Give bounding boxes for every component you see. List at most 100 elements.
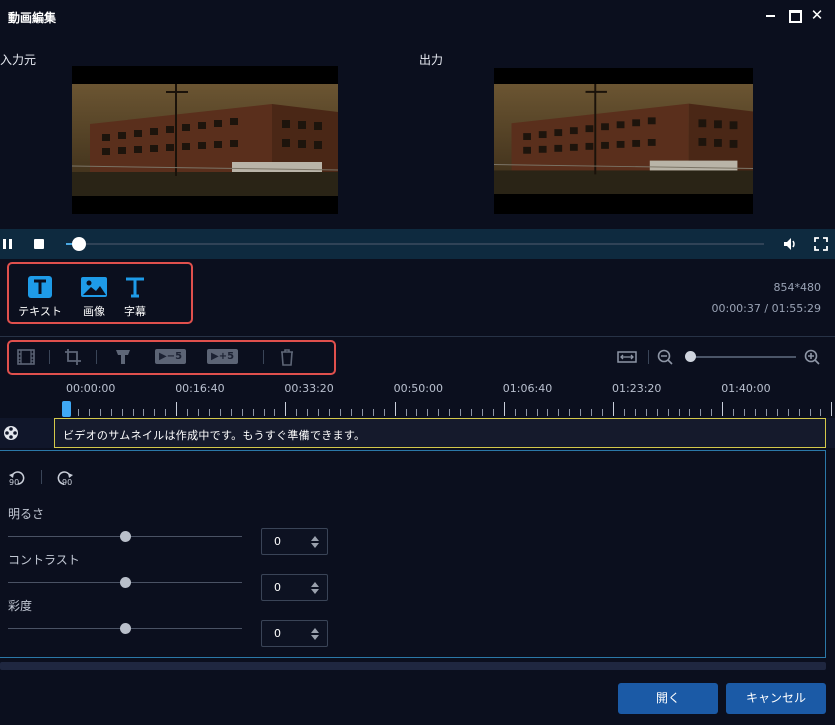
timeline-tick — [820, 409, 822, 416]
timeline-tick — [230, 409, 232, 416]
timeline-tick — [154, 409, 156, 416]
rotate-left-value: 90 — [9, 478, 19, 486]
timeline-tick — [700, 409, 702, 416]
image-icon — [81, 277, 107, 297]
zoom-out-icon[interactable] — [656, 348, 676, 366]
timeline-tick — [296, 409, 298, 416]
volume-icon[interactable] — [782, 236, 798, 252]
maximize-icon[interactable] — [785, 6, 803, 24]
text-icon — [28, 276, 52, 298]
close-icon[interactable]: ✕ — [808, 6, 826, 24]
pause-icon[interactable] — [0, 236, 16, 252]
timeline-tick — [307, 409, 309, 416]
timeline-tick — [831, 402, 833, 416]
brightness-slider-thumb[interactable] — [120, 531, 131, 542]
contrast-input[interactable] — [262, 575, 308, 600]
effects-icon[interactable] — [113, 348, 133, 366]
saturation-label: 彩度 — [8, 599, 33, 613]
seek-thumb[interactable] — [72, 237, 86, 251]
timeline-tick — [678, 409, 680, 416]
contrast-label: コントラスト — [8, 553, 80, 567]
player-bar — [0, 229, 835, 259]
subtitle-tool-button[interactable]: 字幕 — [107, 275, 163, 319]
brightness-input[interactable] — [262, 529, 308, 554]
zoom-in-icon[interactable] — [803, 348, 823, 366]
video-track: ビデオのサムネイルは作成中です。もうすぐ準備できます。 — [0, 418, 835, 448]
video-clip[interactable]: ビデオのサムネイルは作成中です。もうすぐ準備できます。 — [54, 418, 826, 448]
saturation-up-icon[interactable] — [311, 628, 319, 633]
brightness-stepper[interactable] — [261, 528, 328, 555]
timeline-tick — [623, 409, 625, 416]
timeline-time-label: 00:33:20 — [284, 382, 334, 395]
timeline-tick — [656, 409, 658, 416]
stop-icon[interactable] — [31, 236, 47, 252]
cancel-button[interactable]: キャンセル — [726, 683, 826, 714]
panel-scrollbar[interactable] — [0, 662, 826, 670]
fullscreen-icon[interactable] — [813, 236, 829, 252]
plus-5-seconds-button[interactable]: ▶+5 — [207, 349, 239, 364]
timeline-ruler[interactable]: 00:00:00 00:16:40 00:33:20 00:50:00 01:06:40… — [0, 378, 835, 418]
timeline-tick — [602, 409, 604, 416]
timeline-tick — [208, 409, 210, 416]
timeline-tick — [405, 409, 407, 416]
film-icon[interactable] — [16, 348, 36, 366]
brightness-up-icon[interactable] — [311, 536, 319, 541]
crop-icon[interactable] — [63, 348, 83, 366]
input-preview — [72, 66, 338, 214]
timeline-tick — [547, 409, 549, 416]
timeline-tick — [176, 402, 178, 416]
saturation-input[interactable] — [262, 621, 308, 646]
title-bar: 動画編集 ✕ — [0, 0, 835, 32]
timeline-tick — [481, 409, 483, 416]
timeline-tick — [460, 409, 462, 416]
timeline-time-label: 00:16:40 — [175, 382, 225, 395]
timeline-tick — [88, 409, 90, 416]
timeline-time-label: 01:40:00 — [721, 382, 771, 395]
brightness-down-icon[interactable] — [311, 543, 319, 548]
contrast-slider-thumb[interactable] — [120, 577, 131, 588]
contrast-down-icon[interactable] — [311, 589, 319, 594]
minus-5-seconds-button[interactable]: ▶−5 — [155, 349, 187, 364]
timeline-tick — [438, 409, 440, 416]
timeline-playhead[interactable] — [62, 401, 71, 417]
zoom-slider-track[interactable] — [690, 356, 796, 358]
brightness-label: 明るさ — [8, 507, 45, 521]
timeline-tick — [132, 409, 134, 416]
timeline-tick — [776, 409, 778, 416]
timeline-tick — [711, 409, 713, 416]
saturation-stepper[interactable] — [261, 620, 328, 647]
timeline-tick — [285, 402, 287, 416]
rotate-right-button[interactable]: 90 — [56, 470, 76, 487]
zoom-slider-thumb[interactable] — [685, 351, 696, 362]
subtitle-icon — [126, 277, 144, 298]
timeline-tick — [361, 409, 363, 416]
rotate-left-icon: 90 — [9, 471, 25, 487]
timeline-tick — [110, 409, 112, 416]
timeline-tick — [569, 409, 571, 416]
timeline-tick — [514, 409, 516, 416]
minimize-icon[interactable] — [762, 6, 780, 24]
toolbar-separator — [49, 350, 50, 364]
output-video-frame — [494, 84, 753, 194]
timeline-tick — [787, 409, 789, 416]
thumbnail-status-message: ビデオのサムネイルは作成中です。もうすぐ準備できます。 — [63, 429, 366, 442]
seek-track[interactable] — [66, 243, 764, 245]
delete-icon[interactable] — [277, 348, 297, 366]
timeline-tick — [263, 409, 265, 416]
saturation-down-icon[interactable] — [311, 635, 319, 640]
contrast-stepper[interactable] — [261, 574, 328, 601]
input-label: 入力元 — [0, 53, 37, 67]
timeline-tick — [525, 409, 527, 416]
rotate-right-icon: 90 — [57, 471, 73, 487]
open-button[interactable]: 開く — [618, 683, 718, 714]
fit-timeline-icon[interactable] — [617, 348, 637, 366]
contrast-up-icon[interactable] — [311, 582, 319, 587]
text-tool-button[interactable]: テキスト — [12, 275, 68, 319]
timeline-tick — [372, 409, 374, 416]
saturation-slider-thumb[interactable] — [120, 623, 131, 634]
timeline-tick — [350, 409, 352, 416]
output-label: 出力 — [419, 53, 444, 67]
timeline-tick — [536, 409, 538, 416]
rotate-left-button[interactable]: 90 — [8, 470, 28, 487]
timeline-tick — [558, 409, 560, 416]
